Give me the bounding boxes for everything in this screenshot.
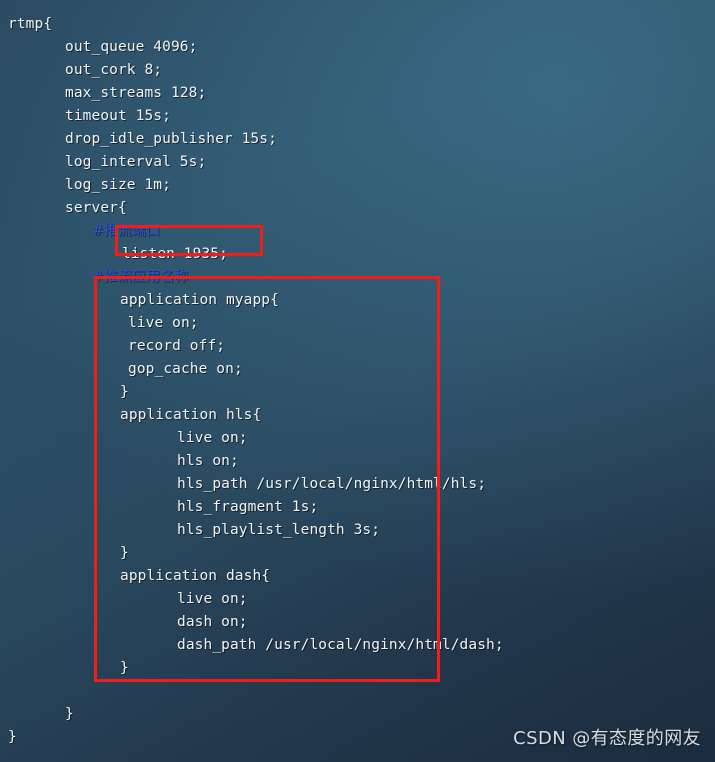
code-line: timeout 15s; [0,105,715,128]
code-line-text: max_streams 128; [65,85,207,101]
code-line: } [0,703,715,726]
csdn-watermark: CSDN @有态度的网友 [513,728,701,749]
code-line: max_streams 128; [0,82,715,105]
code-line: out_cork 8; [0,59,715,82]
code-line: rtmp{ [0,13,715,36]
screenshot-canvas: rtmp{ out_queue 4096; out_cork 8; max_strea… [0,0,715,762]
code-line-text: server{ [65,200,127,216]
code-line-text: log_size 1m; [65,177,171,193]
code-line-text: } [8,729,17,745]
code-line-text: drop_idle_publisher 15s; [65,131,277,147]
code-line: log_size 1m; [0,174,715,197]
code-line: listen 1935; [0,243,715,266]
listen-port-highlight-box[interactable] [115,225,263,256]
code-line: out_queue 4096; [0,36,715,59]
code-line-text: out_cork 8; [65,62,163,78]
code-line: drop_idle_publisher 15s; [0,128,715,151]
code-line: server{ [0,197,715,220]
code-line-text: rtmp{ [8,16,53,32]
code-line: log_interval 5s; [0,151,715,174]
code-line-text: } [65,706,74,722]
code-comment-line: #推流端口 [0,220,715,243]
code-line-text: timeout 15s; [65,108,171,124]
rtmp-applications-highlight-box[interactable] [94,276,440,682]
code-line-text: log_interval 5s; [65,154,207,170]
code-line-text: out_queue 4096; [65,39,198,55]
